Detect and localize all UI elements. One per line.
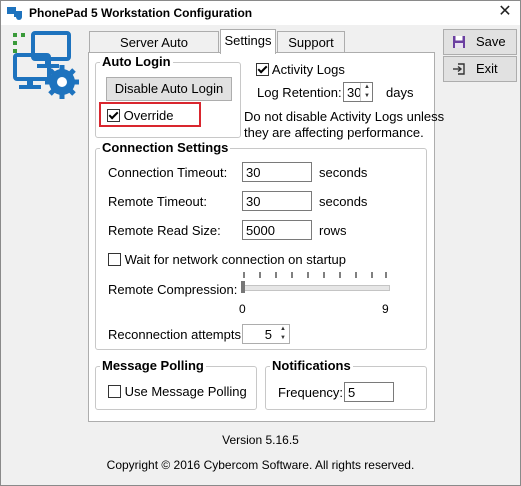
use-message-polling-label: Use Message Polling [124, 384, 247, 399]
workstation-logo-icon [13, 31, 79, 99]
auto-login-group: Auto Login Disable Auto Login Override [95, 54, 241, 138]
connection-timeout-label: Connection Timeout: [108, 165, 228, 180]
remote-timeout-value: 30 [246, 194, 261, 209]
reconnection-attempts-label: Reconnection attempts: [108, 327, 245, 342]
copyright-text: Copyright © 2016 Cybercom Software. All … [106, 458, 415, 472]
exit-door-icon [453, 63, 465, 75]
frequency-input[interactable]: 5 [344, 382, 394, 402]
remote-read-size-label: Remote Read Size: [108, 223, 221, 238]
remote-read-size-unit: rows [319, 223, 347, 238]
log-retention-spinner[interactable]: ▲ ▼ [360, 83, 373, 101]
notifications-group: Notifications Frequency: 5 [265, 358, 427, 410]
activity-logs-checkbox-box[interactable] [256, 63, 269, 77]
activity-logs-label: Activity Logs [271, 62, 345, 77]
compression-slider-thumb[interactable] [241, 281, 245, 293]
tab-support[interactable]: Support [277, 31, 345, 53]
save-label: Save [476, 34, 506, 49]
wait-network-checkbox-box[interactable] [108, 253, 121, 267]
connection-timeout-unit: seconds [319, 165, 368, 180]
notifications-title: Notifications [270, 358, 353, 373]
compression-max-label: 9 [382, 302, 389, 316]
connection-settings-group: Connection Settings Connection Timeout: … [95, 140, 427, 350]
activity-note-line2: they are affecting performance. [244, 125, 424, 140]
compression-min-label: 0 [239, 302, 246, 316]
exit-label: Exit [476, 61, 498, 76]
remote-timeout-unit: seconds [319, 194, 368, 209]
settings-panel: Auto Login Disable Auto Login Override A… [88, 52, 444, 422]
title-bar: PhonePad 5 Workstation Configuration ✕ [1, 1, 520, 25]
wait-network-label: Wait for network connection on startup [124, 252, 346, 267]
connection-timeout-value: 30 [246, 165, 261, 180]
compression-ticks [242, 271, 388, 281]
override-checkbox-box[interactable] [107, 109, 120, 123]
activity-note-line1: Do not disable Activity Logs unless [244, 109, 445, 124]
remote-read-size-input[interactable]: 5000 [242, 220, 312, 240]
reconnection-attempts-spinner[interactable]: ▲ ▼ [277, 325, 289, 343]
override-label: Override [123, 108, 174, 123]
log-retention-label: Log Retention: [257, 85, 342, 100]
override-checkbox[interactable]: Override [107, 108, 173, 123]
save-button[interactable]: Save [443, 29, 517, 55]
config-window: PhonePad 5 Workstation Configuration ✕ S… [0, 0, 521, 486]
app-icon [7, 7, 22, 20]
exit-button[interactable]: Exit [443, 56, 517, 82]
close-icon[interactable]: ✕ [496, 3, 514, 21]
frequency-label: Frequency: [278, 385, 344, 400]
connection-timeout-input[interactable]: 30 [242, 162, 312, 182]
message-polling-title: Message Polling [100, 358, 206, 373]
auto-login-title: Auto Login [100, 54, 173, 69]
tab-settings[interactable]: Settings [220, 29, 276, 54]
activity-logs-checkbox[interactable]: Activity Logs [256, 62, 345, 77]
connection-settings-title: Connection Settings [100, 140, 231, 155]
wait-network-checkbox[interactable]: Wait for network connection on startup [108, 252, 346, 267]
reconnection-attempts-value: 5 [264, 327, 272, 342]
version-text: Version 5.16.5 [222, 433, 299, 447]
compression-slider-track[interactable] [242, 285, 390, 291]
use-message-polling-checkbox[interactable]: Use Message Polling [108, 384, 247, 399]
window-title: PhonePad 5 Workstation Configuration [29, 6, 253, 20]
message-polling-group: Message Polling Use Message Polling [95, 358, 257, 410]
frequency-value: 5 [348, 385, 356, 400]
tab-server-auto-discovery[interactable]: Server Auto Discovery [89, 31, 219, 71]
remote-read-size-value: 5000 [246, 223, 275, 238]
use-message-polling-checkbox-box[interactable] [108, 385, 121, 399]
remote-timeout-input[interactable]: 30 [242, 191, 312, 211]
floppy-disk-icon [453, 36, 465, 48]
log-retention-unit: days [386, 85, 414, 100]
remote-compression-label: Remote Compression: [108, 282, 238, 297]
remote-timeout-label: Remote Timeout: [108, 194, 207, 209]
disable-auto-login-button[interactable]: Disable Auto Login [106, 77, 232, 101]
